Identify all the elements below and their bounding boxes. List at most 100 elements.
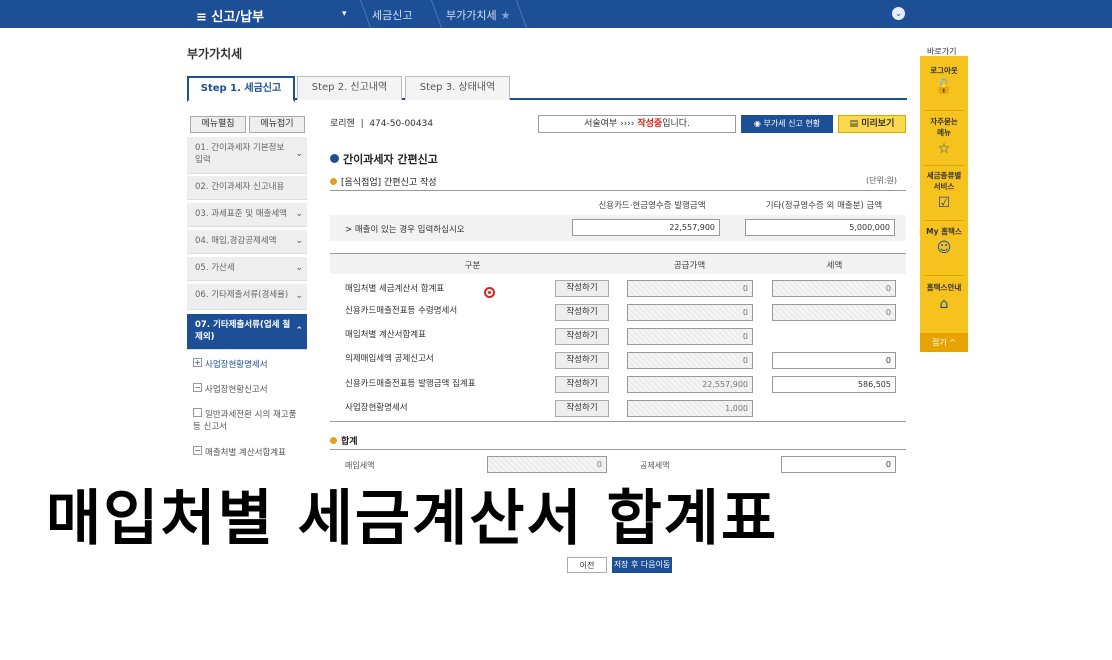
step-tabs: Step 1. 세금신고 Step 2. 신고내역 Step 3. 상태내역 [187, 76, 907, 102]
left-nav-label: 05. 가산세 [195, 263, 235, 273]
tab-step2[interactable]: Step 2. 신고내역 [297, 76, 402, 100]
supply-value: 1,000 [627, 400, 753, 417]
write-button[interactable]: 작성하기 [555, 352, 609, 369]
other-sales-input[interactable]: 5,000,000 [745, 219, 895, 236]
left-nav-item-4[interactable]: 04. 매입,경감공제세액 ⌄ [187, 230, 307, 254]
supply-value: 22,557,900 [627, 376, 753, 393]
unit-label: (단위:원) [866, 176, 898, 185]
header-category: 구분 [464, 261, 481, 271]
tab-step1[interactable]: Step 1. 세금신고 [187, 76, 295, 102]
section-subtitle: [음식점업] 간편신고 작성 [330, 175, 437, 188]
expand-down-icon[interactable]: ⌄ [892, 7, 905, 20]
table-row-label: 사업장현황명세서 [345, 403, 408, 413]
table-row-label: 신용카드매출전표등 수령명세서 [345, 306, 458, 316]
breadcrumb-separator [346, 0, 372, 28]
left-nav-item-7[interactable]: 07. 기타제출서류(업세 철제외) ⌃ [187, 314, 307, 350]
breadcrumb-vat-label: 부가가치세 [446, 9, 497, 22]
write-button[interactable]: 작성하기 [555, 376, 609, 393]
left-sub-item-1[interactable]: + 사업장현황명세서 [193, 358, 268, 370]
quick-my-hometax[interactable]: My 홈택스 ☺ [920, 226, 968, 256]
status-suffix: 입니다. [662, 119, 690, 129]
breadcrumb-tax-filing[interactable]: 세금신고 [372, 7, 412, 23]
home-icon: ⌂ [939, 296, 949, 312]
vat-status-button[interactable]: ◉ 부가세 신고 현황 [741, 115, 833, 133]
left-nav-item-2[interactable]: 02. 간이과세자 신고내용 [187, 176, 307, 200]
quick-faq-menu[interactable]: 자주묻는 메뉴 ☆ [920, 116, 968, 157]
table-row-label: 의제매입세액 공제신고서 [345, 354, 434, 364]
expand-menu-button[interactable]: 메뉴펼침 [190, 116, 246, 133]
table-row-label: 매입처별 계산서합계표 [345, 330, 426, 340]
quick-label: 자주묻는 메뉴 [930, 117, 958, 137]
section-title-text: 간이과세자 간편신고 [343, 153, 438, 166]
divider [330, 421, 906, 422]
quick-label: My 홈택스 [926, 227, 962, 236]
filing-status: 서술여부 ›››› 작성중입니다. [538, 115, 736, 133]
divider [330, 190, 906, 191]
table-row-label: 매입처별 세금계산서 합계표 [345, 284, 445, 294]
left-nav-item-1[interactable]: 01. 간이과세자 기본정보 입력 ⌄ [187, 137, 307, 174]
left-nav-item-5[interactable]: 05. 가산세 ⌄ [187, 257, 307, 281]
tab-step3[interactable]: Step 3. 상태내역 [405, 76, 510, 100]
supply-value: 0 [627, 304, 753, 321]
chevron-down-icon: ⌄ [295, 235, 303, 246]
sales-col-card: 신용카드·현금영수증 발행금액 [598, 201, 706, 211]
sales-col-other: 기타(정규영수증 외 매출분) 금액 [765, 201, 883, 211]
left-sub-label: 사업장현황명세서 [205, 360, 268, 370]
sales-row-label: > 매출이 있는 경우 입력하십시오 [345, 225, 465, 235]
checkbox-icon [193, 408, 202, 417]
supply-value: 0 [627, 352, 753, 369]
total-value-2[interactable]: 0 [781, 456, 896, 473]
chevron-down-icon: ⌄ [295, 290, 303, 301]
write-button[interactable]: 작성하기 [555, 400, 609, 417]
left-nav-label: 06. 기타제출서류(경세율) [195, 290, 289, 300]
left-sub-item-3[interactable]: 일반과세전환 시의 재고품등 신고서 [193, 408, 303, 432]
left-sub-item-4[interactable]: − 매출처별 계산서합계표 [193, 446, 286, 458]
person-icon: ☺ [936, 240, 952, 256]
quick-tax-service[interactable]: 세금종류별 서비스 ☑ [920, 170, 968, 211]
header-tax: 세액 [826, 261, 843, 271]
left-nav-item-3[interactable]: 03. 과세표준 및 매출세액 ⌄ [187, 203, 307, 227]
quick-hometax-guide[interactable]: 홈택스안내 ⌂ [920, 282, 968, 312]
breadcrumb-separator [417, 0, 443, 28]
chevron-down-icon: ⌄ [295, 208, 303, 219]
chevron-down-icon[interactable]: ▾ [342, 9, 347, 19]
business-name: 로리헨 [330, 119, 355, 129]
write-button[interactable]: 작성하기 [555, 280, 609, 297]
tax-value: 0 [772, 304, 896, 321]
write-button[interactable]: 작성하기 [555, 304, 609, 321]
status-prefix: 서술여부 ›››› [584, 119, 638, 129]
left-sub-item-2[interactable]: − 사업장현황신고서 [193, 383, 268, 395]
chevron-up-icon: ⌃ [295, 325, 303, 336]
chevron-down-icon: ⌄ [295, 262, 303, 273]
star-icon: ☆ [937, 141, 951, 157]
write-button[interactable]: 작성하기 [555, 328, 609, 345]
left-nav-item-6[interactable]: 06. 기타제출서류(경세율) ⌄ [187, 284, 307, 310]
left-sub-label: 매출처별 계산서합계표 [205, 448, 286, 458]
left-sub-label: 일반과세전환 시의 재고품등 신고서 [193, 410, 297, 432]
page-title: 부가가치세 [187, 47, 243, 61]
prev-button[interactable]: 이전 [567, 557, 607, 573]
business-number: 474-50-00434 [369, 119, 434, 129]
collapse-quick-button[interactable]: 접기 ^ [920, 333, 968, 352]
tax-value: 0 [772, 280, 896, 297]
quick-label: 세금종류별 서비스 [926, 171, 962, 191]
left-nav-label: 07. 기타제출서류(업세 철제외) [195, 320, 291, 342]
tax-input[interactable]: 0 [772, 352, 896, 369]
table-row-label: 신용카드매출전표등 발행금액 집계표 [345, 379, 476, 389]
card-sales-input[interactable]: 22,557,900 [572, 219, 720, 236]
checklist-icon: ☑ [937, 195, 951, 211]
total-title: 합계 [330, 434, 358, 447]
quick-logout[interactable]: 로그아웃 🔓 [920, 65, 968, 95]
left-nav-label: 04. 매입,경감공제세액 [195, 236, 277, 246]
minus-icon: − [193, 446, 202, 455]
left-sub-label: 사업장현황신고서 [205, 385, 268, 395]
section-subtitle-text: [음식점업] 간편신고 작성 [341, 178, 437, 188]
chevron-down-icon: ⌄ [295, 149, 303, 159]
divider [330, 449, 906, 450]
tax-input[interactable]: 586,505 [772, 376, 896, 393]
main-menu-button[interactable]: ≡ 신고/납부 [196, 6, 264, 25]
breadcrumb-vat[interactable]: 부가가치세 ★ [446, 7, 510, 23]
collapse-menu-button[interactable]: 메뉴접기 [249, 116, 305, 133]
save-next-button[interactable]: 저장 후 다음이동 [612, 557, 672, 573]
preview-button[interactable]: ▤ 미리보기 [838, 115, 906, 133]
